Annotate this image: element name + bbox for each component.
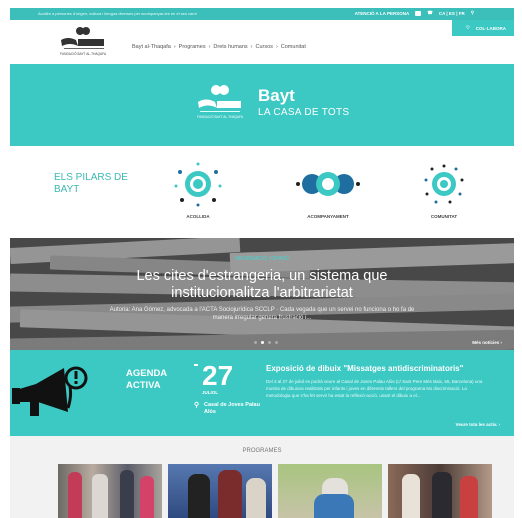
pillar-label: ACOMPANYAMENT xyxy=(307,214,349,219)
programes-section: PROGRAMES xyxy=(10,436,514,518)
pillar-label: ACOLLIDA xyxy=(186,214,210,219)
news-title[interactable]: Les cites d'estrangeria, un sistema que … xyxy=(10,268,514,302)
hero-title: Bayt xyxy=(258,86,295,105)
slider-dots xyxy=(254,341,278,344)
date-marker xyxy=(194,364,198,366)
nav-item-programes[interactable]: Programes xyxy=(179,44,206,50)
hero-banner: FUNDACIÓ BAYT AL-THAQAFA Bayt LA CASA DE… xyxy=(10,64,514,146)
news-excerpt: Autoria: Ana Gómez, advocada a l'ACTA So… xyxy=(109,307,415,321)
agenda-label: AGENDA ACTIVA xyxy=(126,368,167,392)
megaphone-icon xyxy=(12,366,88,416)
news-slider[interactable]: INFORMACIÓ | OPINIÓ Les cites d'estrange… xyxy=(10,238,514,350)
collabora-label: COL·LABORA xyxy=(475,25,506,31)
event-venue-text: Casal de Joves Palau Alòs xyxy=(204,402,260,415)
language-selector[interactable]: CA | ES | FR xyxy=(439,11,465,16)
mail-icon[interactable] xyxy=(415,10,422,16)
accompaniment-icon xyxy=(296,172,360,196)
slider-dot[interactable] xyxy=(275,341,278,344)
main-nav: Bayt al-Thaqafa › Programes › Drets humans… xyxy=(132,44,306,50)
welcome-icon xyxy=(174,162,222,207)
nav-separator: › xyxy=(275,44,278,50)
nav-item-cursos[interactable]: Cursos xyxy=(256,44,273,50)
location-pin-icon: ⚲ xyxy=(194,402,200,409)
nav-item-drets-humans[interactable]: Drets humans xyxy=(213,44,247,50)
news-title-line: institucionalitza l'arbitrarietat xyxy=(171,285,353,301)
logo-caption: FUNDACIÓ BAYT AL-THAQAFA xyxy=(60,51,107,56)
nav-item-comunitat[interactable]: Comunitat xyxy=(281,44,306,50)
agenda-label-line: AGENDA xyxy=(126,368,168,379)
phone-icon[interactable]: ☎ xyxy=(427,10,433,16)
program-image-4[interactable] xyxy=(388,464,492,518)
event-day: 27 xyxy=(202,360,234,391)
agenda-label-line: ACTIVA xyxy=(126,380,161,391)
topbar-message: Acollim a persones d'origen, cultura i l… xyxy=(38,11,197,16)
more-news-link[interactable]: Més notícies › xyxy=(472,340,502,345)
site-logo[interactable]: FUNDACIÓ BAYT AL-THAQAFA xyxy=(58,26,108,58)
news-category[interactable]: INFORMACIÓ | OPINIÓ xyxy=(10,256,514,262)
nav-separator: › xyxy=(250,44,253,50)
all-activities-link[interactable]: Veure tota les activ. › xyxy=(456,422,500,427)
event-month: JULIOL xyxy=(202,390,219,395)
heart-hand-icon: ♡ xyxy=(465,25,470,30)
news-title-line: Les cites d'estrangeria, un sistema que xyxy=(136,268,388,284)
event-venue: ⚲ Casal de Joves Palau Alòs xyxy=(194,402,264,416)
pillar-label: COMUNITAT xyxy=(430,214,458,219)
nav-separator: › xyxy=(208,44,211,50)
slider-dot[interactable] xyxy=(268,341,271,344)
nav-separator: › xyxy=(173,44,176,50)
program-image-1[interactable] xyxy=(58,464,162,518)
search-icon[interactable]: ⚲ xyxy=(471,10,474,16)
program-image-2[interactable] xyxy=(168,464,272,518)
agenda-section: AGENDA ACTIVA 27 JULIOL ⚲ Casal de Joves… xyxy=(10,350,514,436)
program-image-3[interactable] xyxy=(278,464,382,518)
site-header: FUNDACIÓ BAYT AL-THAQAFA Bayt al-Thaqafa… xyxy=(10,20,514,64)
collabora-button[interactable]: ♡ COL·LABORA xyxy=(452,20,514,36)
event-description: Del 3 al 27 de juliol es podrà veure al … xyxy=(266,379,483,398)
pillars-title: ELS PILARS DE BAYT xyxy=(54,172,128,195)
event-title[interactable]: Exposició de dibuix "Missatges antidiscr… xyxy=(266,364,463,373)
pillars-section: ELS PILARS DE BAYT ACOLLIDA ACOMPANYAMEN… xyxy=(10,146,514,238)
attention-link[interactable]: ATENCIÓ A LA PERSONA xyxy=(355,11,410,16)
hero-logo-caption: FUNDACIÓ BAYT AL-THAQAFA xyxy=(197,114,244,119)
nav-item-bayt[interactable]: Bayt al-Thaqafa xyxy=(132,44,171,50)
pillar-acompanyament[interactable]: ACOMPANYAMENT xyxy=(286,160,370,219)
topbar-actions: ATENCIÓ A LA PERSONA ☎ CA | ES | FR ⚲ xyxy=(355,10,474,16)
pillar-acollida[interactable]: ACOLLIDA xyxy=(156,160,240,219)
slider-dot-active[interactable] xyxy=(261,341,264,344)
slider-dot[interactable] xyxy=(254,341,257,344)
hero-subtitle: LA CASA DE TOTS xyxy=(258,107,350,118)
hero-logo: FUNDACIÓ BAYT AL-THAQAFA xyxy=(196,82,244,122)
programes-title: PROGRAMES xyxy=(242,448,282,454)
pillar-comunitat[interactable]: COMUNITAT xyxy=(402,160,486,219)
community-icon xyxy=(424,164,464,204)
top-info-bar: Acollim a persones d'origen, cultura i l… xyxy=(10,8,514,20)
